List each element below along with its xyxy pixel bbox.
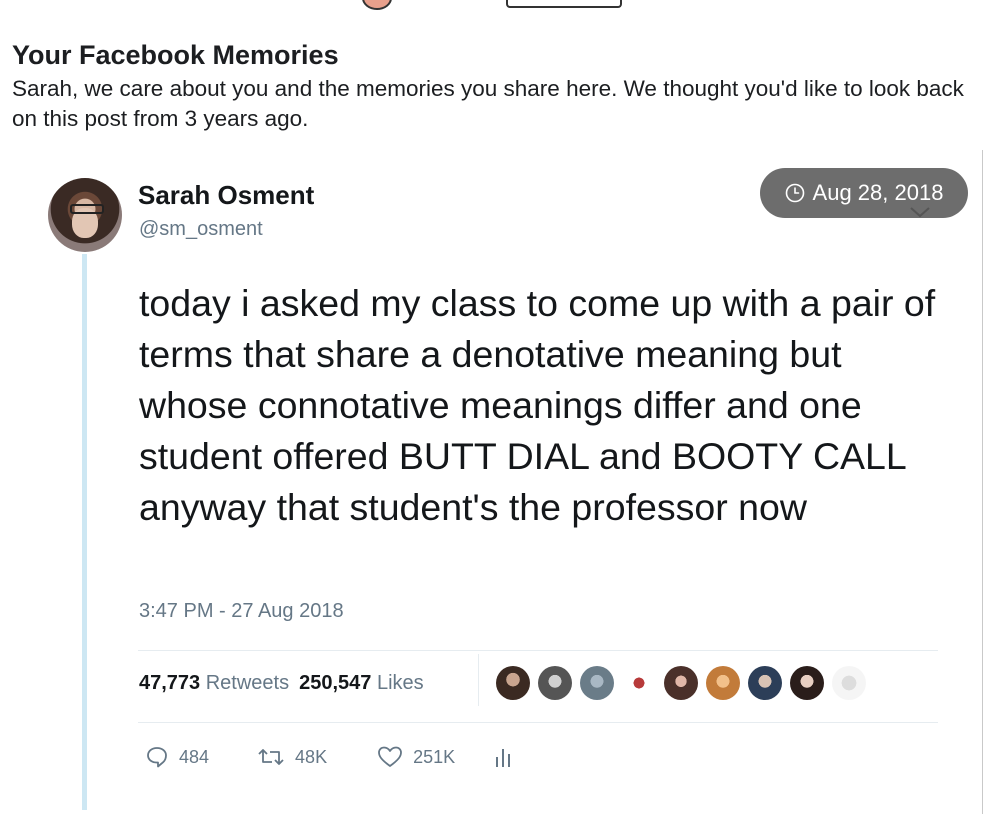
like-action-count: 251K: [413, 746, 456, 767]
divider: [138, 650, 938, 651]
liker-avatar[interactable]: [748, 666, 782, 700]
liker-avatar[interactable]: [832, 666, 866, 700]
liker-avatar[interactable]: [706, 666, 740, 700]
post-date-badge[interactable]: Aug 28, 2018: [760, 168, 968, 218]
clock-icon: [785, 183, 804, 203]
post-date: Aug 28, 2018: [812, 180, 944, 205]
like-stat[interactable]: 250,547 Likes: [299, 672, 424, 695]
tweet-actions: 484 48K 251K: [145, 745, 513, 769]
liker-avatar[interactable]: [496, 666, 530, 700]
memories-header: Your Facebook Memories Sarah, we care ab…: [12, 38, 972, 134]
avatar-glasses: [70, 204, 104, 214]
divider: [138, 722, 938, 723]
likes-count: 250,547: [299, 672, 372, 694]
thread-line: [82, 254, 87, 810]
heart-icon: [378, 746, 402, 767]
stats-separator: [478, 654, 479, 706]
reply-count: 484: [179, 746, 210, 767]
liker-avatar[interactable]: [538, 666, 572, 700]
liker-avatar[interactable]: [790, 666, 824, 700]
chevron-down-icon[interactable]: [908, 205, 932, 219]
tweet-text: today i asked my class to come up with a…: [139, 282, 936, 528]
avatar[interactable]: [48, 178, 122, 252]
liker-avatar[interactable]: [622, 666, 656, 700]
reply-icon: [147, 747, 167, 768]
like-button[interactable]: 251K: [377, 745, 455, 769]
author-handle[interactable]: @sm_osment: [139, 218, 263, 241]
memories-message: Sarah, we care about you and the memorie…: [12, 76, 964, 131]
analytics-button[interactable]: [493, 745, 513, 769]
illustration-fragment: [362, 0, 392, 10]
retweet-action-count: 48K: [295, 746, 328, 767]
reply-button[interactable]: 484: [145, 745, 209, 769]
author-name[interactable]: Sarah Osment: [138, 180, 314, 211]
tweet-timestamp[interactable]: 3:47 PM - 27 Aug 2018: [139, 600, 344, 623]
liker-avatar[interactable]: [664, 666, 698, 700]
memories-title: Your Facebook Memories: [12, 40, 339, 70]
retweet-icon: [258, 749, 284, 765]
retweet-button[interactable]: 48K: [257, 746, 327, 768]
retweets-count: 47,773: [139, 672, 201, 694]
liker-avatars: [496, 666, 866, 700]
tweet-stats: 47,773 Retweets 250,547 Likes: [139, 672, 424, 695]
retweet-stat[interactable]: 47,773 Retweets: [139, 672, 289, 695]
retweets-label: Retweets: [205, 672, 290, 694]
illustration-fragment: [506, 0, 622, 8]
card-border: [982, 150, 983, 814]
liker-avatar[interactable]: [580, 666, 614, 700]
likes-label: Likes: [376, 672, 424, 694]
analytics-icon: [496, 749, 511, 767]
